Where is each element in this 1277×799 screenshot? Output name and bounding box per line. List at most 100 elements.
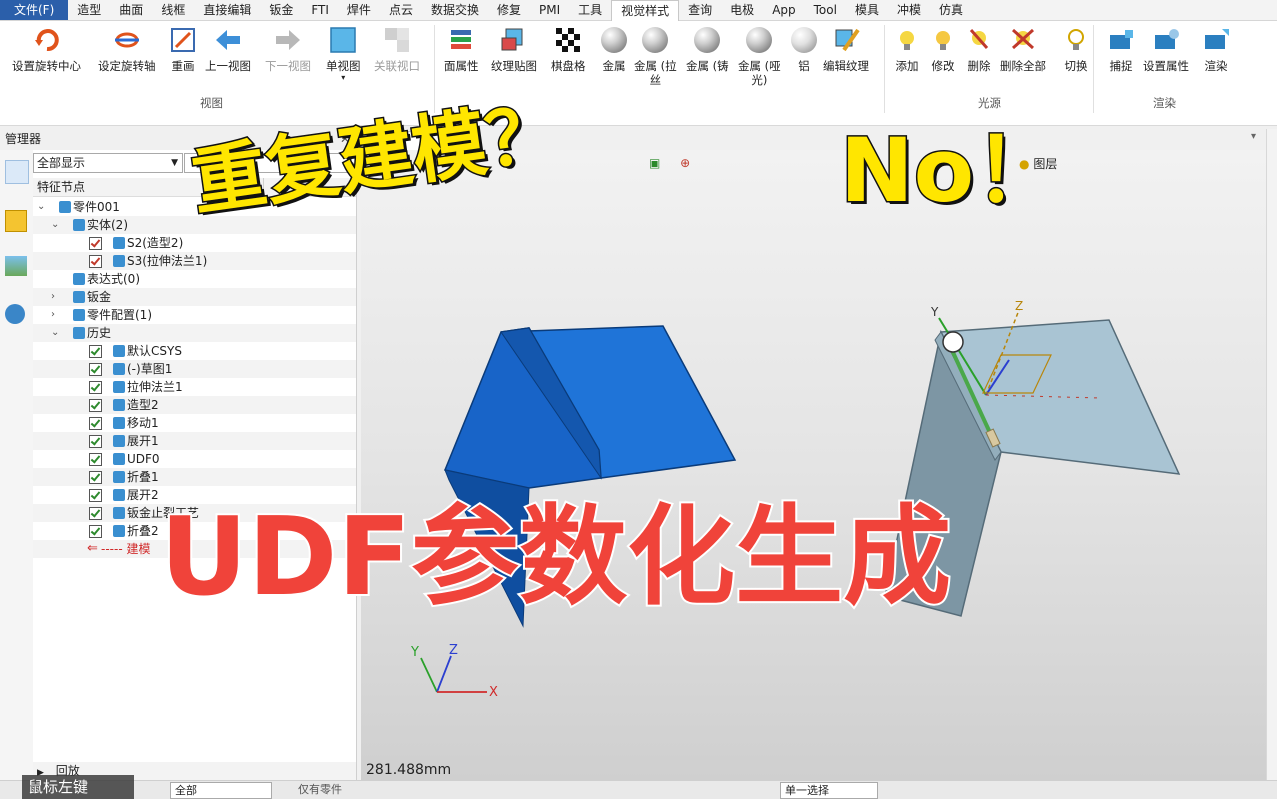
menu-weldment[interactable]: 焊件 — [338, 0, 380, 20]
menu-wireframe[interactable]: 线框 — [152, 0, 194, 20]
tree-row[interactable]: › 钣金 — [33, 288, 356, 306]
pick-filter-dropdown[interactable]: 全部 — [170, 782, 272, 799]
view-toolbar[interactable]: ▣ ⊕ — [649, 156, 709, 172]
visibility-checkbox[interactable] — [89, 255, 102, 268]
expand-icon[interactable]: › — [51, 306, 55, 324]
parts-only-filter[interactable]: 仅有零件 — [294, 782, 418, 797]
visibility-checkbox[interactable] — [89, 453, 102, 466]
visibility-checkbox[interactable] — [89, 489, 102, 502]
menu-die[interactable]: 冲模 — [888, 0, 930, 20]
collapse-icon[interactable]: ⌄ — [51, 324, 59, 342]
link-viewport-button[interactable]: 关联视口 — [374, 25, 420, 97]
visibility-checkbox[interactable] — [89, 345, 102, 358]
tree-row[interactable]: S3(拉伸法兰1) — [33, 252, 356, 270]
set-render-attributes-button[interactable]: 设置属性 — [1143, 25, 1189, 97]
visibility-checkbox[interactable] — [89, 381, 102, 394]
single-view-button[interactable]: 单视图 ▾ — [326, 25, 361, 97]
tree-row[interactable]: 拉伸法兰1 — [33, 378, 356, 396]
bottom-toolbar: 鼠标左键 全部 仅有零件 单一选择 — [0, 775, 1277, 799]
menu-mold[interactable]: 模具 — [846, 0, 888, 20]
tree-row[interactable]: 默认CSYS — [33, 342, 356, 360]
visibility-checkbox[interactable] — [89, 237, 102, 250]
feature-icon — [113, 417, 125, 429]
orient-icon[interactable]: ⊕ — [680, 156, 690, 170]
tree-row[interactable]: 表达式(0) — [33, 270, 356, 288]
visibility-checkbox[interactable] — [89, 525, 102, 538]
menu-point-cloud[interactable]: 点云 — [380, 0, 422, 20]
tree-row[interactable]: 移动1 — [33, 414, 356, 432]
menu-direct-edit[interactable]: 直接编辑 — [194, 0, 260, 20]
menu-query[interactable]: 查询 — [679, 0, 721, 20]
delete-all-lights-button[interactable]: 删除全部 — [1000, 25, 1046, 97]
camera-icon — [1106, 25, 1136, 55]
chevron-down-icon[interactable]: ▾ — [1251, 131, 1256, 142]
menu-simulation[interactable]: 仿真 — [930, 0, 972, 20]
metal-matte-button[interactable]: 金属 (哑 光) — [738, 25, 781, 97]
user-tab-icon[interactable] — [5, 304, 25, 324]
tree-row[interactable]: UDF0 — [33, 450, 356, 468]
visibility-checkbox[interactable] — [89, 363, 102, 376]
component-tab-icon[interactable] — [5, 210, 27, 232]
set-rotation-axis-button[interactable]: 设定旋转轴 — [98, 25, 156, 97]
add-light-button[interactable]: 添加 — [892, 25, 922, 97]
menu-surface[interactable]: 曲面 — [110, 0, 152, 20]
menu-file[interactable]: 文件(F) — [0, 0, 69, 20]
menu-sheet-metal[interactable]: 钣金 — [260, 0, 302, 20]
svg-text:Z: Z — [449, 643, 458, 658]
metal-cast-button[interactable]: 金属 (铸 — [686, 25, 729, 97]
tree-row[interactable]: ⌄ 历史 — [33, 324, 356, 342]
tree-row[interactable]: 造型2 — [33, 396, 356, 414]
set-rotation-center-button[interactable]: 设置旋转中心 — [12, 25, 81, 97]
visibility-checkbox[interactable] — [89, 417, 102, 430]
menu-visual-style[interactable]: 视觉样式 — [611, 0, 680, 21]
tree-row[interactable]: S2(造型2) — [33, 234, 356, 252]
menu-app[interactable]: App — [763, 0, 804, 20]
capture-button[interactable]: 捕捉 — [1106, 25, 1136, 97]
tree-row-label: 移动1 — [127, 416, 159, 430]
menu-tools[interactable]: 工具 — [569, 0, 611, 20]
selection-mode-dropdown[interactable]: 单一选择 — [780, 782, 878, 799]
menu-modeling[interactable]: 造型 — [68, 0, 110, 20]
menu-electrode[interactable]: 电极 — [721, 0, 763, 20]
render-button[interactable]: 渲染 — [1201, 25, 1231, 97]
delete-light-button[interactable]: 删除 — [964, 25, 994, 97]
collapse-icon[interactable]: ⌄ — [37, 198, 45, 216]
metal-button[interactable]: 金属 — [599, 25, 629, 97]
tree-row[interactable]: › 零件配置(1) — [33, 306, 356, 324]
filter-dropdown[interactable]: 全部显示 ▼ — [33, 153, 183, 173]
render-icon — [1201, 25, 1231, 55]
view-group-label: 视图 — [200, 96, 223, 110]
view-tab-icon[interactable] — [5, 256, 27, 276]
rotate-axis-icon — [112, 25, 142, 55]
tree-row-label: 折叠1 — [127, 470, 159, 484]
right-panel-strip[interactable] — [1266, 129, 1277, 780]
tree-row-label: (-)草图1 — [127, 362, 173, 376]
previous-view-button[interactable]: 上一视图 — [205, 25, 251, 97]
view-mode-icon[interactable]: ▣ — [649, 156, 660, 170]
expand-icon[interactable]: › — [51, 288, 55, 306]
visibility-checkbox[interactable] — [89, 399, 102, 412]
manager-title: 管理器 — [5, 132, 42, 146]
redraw-button[interactable]: 重画 — [168, 25, 198, 97]
tree-row[interactable]: ⌄ 实体(2) — [33, 216, 356, 234]
3d-viewport[interactable]: Y Z Y Z X ▣ ⊕ ● 图层 281.488mm — [361, 150, 1266, 780]
visibility-checkbox[interactable] — [89, 471, 102, 484]
feature-tree-tab-icon[interactable] — [5, 160, 29, 184]
aluminum-button[interactable]: 铝 — [789, 25, 819, 97]
tree-row[interactable]: 展开1 — [33, 432, 356, 450]
menu-data-exchange[interactable]: 数据交换 — [422, 0, 488, 20]
metal-brushed-button[interactable]: 金属 (拉 丝 — [634, 25, 677, 97]
menu-tool[interactable]: Tool — [805, 0, 846, 20]
checkerboard-button[interactable]: 棋盘格 — [551, 25, 586, 97]
tree-row[interactable]: (-)草图1 — [33, 360, 356, 378]
visibility-checkbox[interactable] — [89, 435, 102, 448]
menu-pmi[interactable]: PMI — [530, 0, 569, 20]
menu-fti[interactable]: FTI — [302, 0, 338, 20]
visibility-checkbox[interactable] — [89, 507, 102, 520]
menu-repair[interactable]: 修复 — [488, 0, 530, 20]
modify-light-button[interactable]: 修改 — [928, 25, 958, 97]
next-view-button[interactable]: 下一视图 — [265, 25, 311, 97]
toggle-light-button[interactable]: 切换 — [1061, 25, 1091, 97]
collapse-icon[interactable]: ⌄ — [51, 216, 59, 234]
edit-texture-button[interactable]: 编辑纹理 — [823, 25, 869, 97]
